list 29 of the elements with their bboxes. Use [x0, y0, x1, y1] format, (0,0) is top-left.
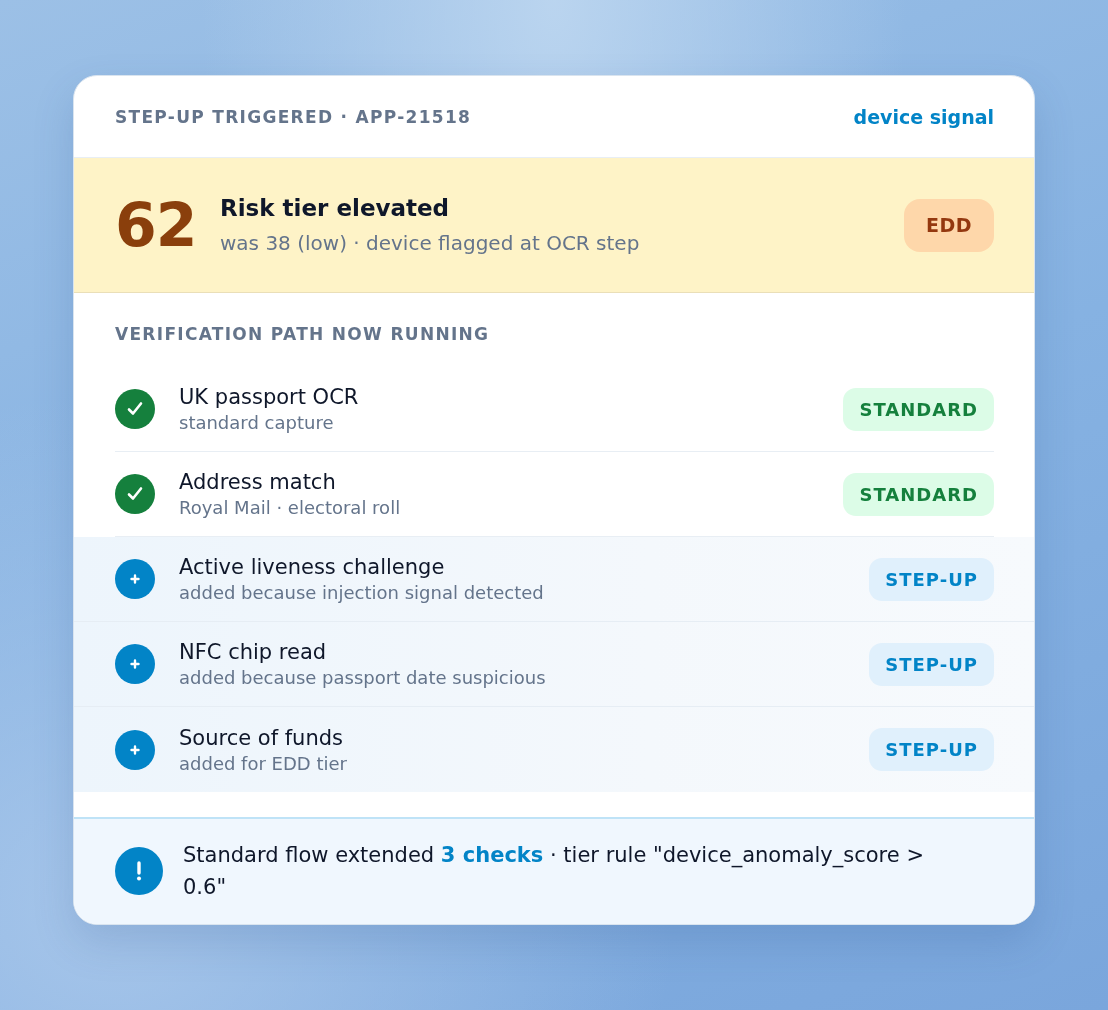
check-title: Source of funds: [179, 725, 344, 750]
check-tag: STEP-UP: [869, 728, 994, 771]
exclamation-icon: [115, 847, 163, 895]
check-detail: added because passport date suspicious: [179, 667, 547, 688]
plus-icon: [115, 729, 155, 770]
section-heading: VERIFICATION PATH NOW RUNNING: [114, 323, 491, 346]
check-detail: standard capture: [179, 412, 335, 433]
risk-detail: was 38 (low) · device flagged at OCR step: [220, 231, 641, 255]
check-title: Active liveness challenge: [179, 555, 446, 579]
check-icon: [115, 389, 155, 429]
check-title: UK passport OCR: [179, 385, 360, 409]
check-detail: Royal Mail · electoral roll: [179, 497, 402, 518]
check-title: Address match: [179, 470, 337, 494]
check-tag: STEP-UP: [869, 642, 994, 686]
check-title: NFC chip read: [179, 640, 328, 664]
check-tag: STEP-UP: [869, 557, 994, 601]
check-icon: [115, 474, 155, 514]
check-detail: added for EDD tier: [179, 752, 348, 774]
tier-badge: EDD: [903, 198, 994, 252]
check-detail: added because injection signal detected: [179, 582, 545, 603]
plus-icon: [115, 559, 155, 599]
card-title: STEP-UP TRIGGERED · APP-21518: [115, 106, 472, 127]
risk-title: Risk tier elevated: [220, 195, 451, 221]
check-tag: STANDARD: [843, 472, 994, 516]
check-tag: STANDARD: [843, 387, 994, 431]
risk-score: 62: [115, 190, 198, 260]
plus-icon: [115, 644, 155, 684]
device-signal-link[interactable]: device signal: [853, 105, 994, 128]
summary-text: Standard flow extended 3 checks · tier rule "device_anomaly_score > 0.6": [183, 842, 925, 901]
